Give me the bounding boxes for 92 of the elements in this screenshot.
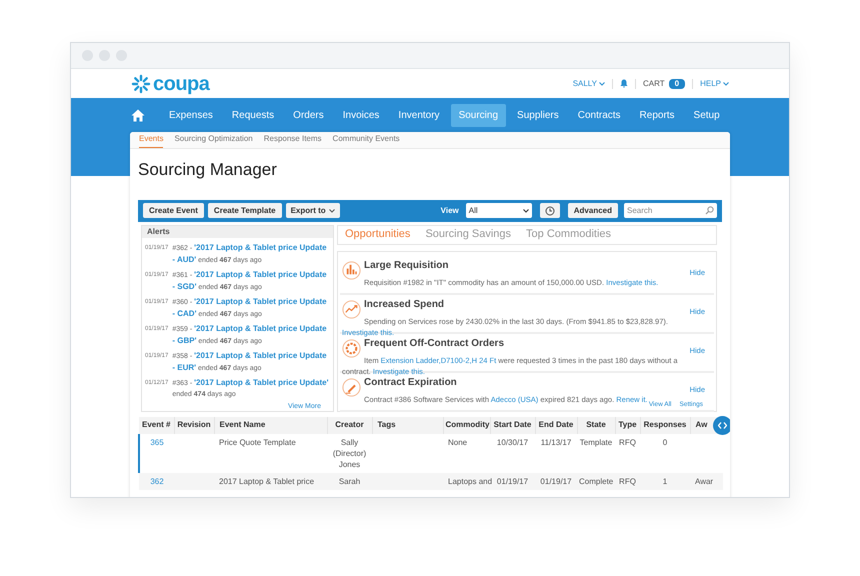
column-header[interactable]: Revision xyxy=(177,420,211,429)
tab[interactable]: Top Commodities xyxy=(526,226,612,243)
table-cell: Sally (Director) Jones xyxy=(332,438,366,468)
table-cell: Price Quote Template xyxy=(219,438,296,446)
nav-tab[interactable]: Contracts xyxy=(570,104,629,126)
nav-tab[interactable]: Orders xyxy=(285,104,332,126)
code-toggle-button[interactable] xyxy=(713,416,730,434)
bell-icon[interactable] xyxy=(620,79,628,88)
column-header[interactable]: Commodity xyxy=(446,420,490,429)
table-cell: Laptops and xyxy=(448,476,492,486)
logo-wordmark: coupa xyxy=(153,74,210,94)
toolbar-button[interactable]: Create Event xyxy=(143,203,204,218)
nav-tab[interactable]: Reports xyxy=(632,104,683,126)
column-header[interactable]: Aw xyxy=(696,420,708,429)
caret-icon xyxy=(328,208,335,212)
opportunity-title: Contract Expiration xyxy=(364,376,457,390)
opportunity-title: Large Requisition xyxy=(364,258,448,272)
cart-label[interactable]: CART xyxy=(643,78,665,90)
tab[interactable]: Sourcing Savings xyxy=(425,226,512,243)
search-icon xyxy=(705,206,714,215)
view-label: View xyxy=(440,204,459,216)
table-cell: RFQ xyxy=(619,476,636,486)
ring-icon xyxy=(342,338,361,358)
event-link[interactable]: 365 xyxy=(150,438,164,446)
snowflake-logo-icon xyxy=(131,74,151,94)
clock-button[interactable] xyxy=(540,203,560,218)
subnav-tab[interactable]: Community Events xyxy=(332,133,400,148)
column-header[interactable]: End Date xyxy=(538,420,574,429)
column-header[interactable]: Start Date xyxy=(494,420,532,429)
table-cell: RFQ xyxy=(619,438,636,446)
cart-count-badge: 0 xyxy=(668,78,686,88)
alert-link[interactable]: - EUR' xyxy=(172,363,196,372)
table-cell: Sarah xyxy=(338,476,360,486)
column-header[interactable]: Tags xyxy=(378,420,396,429)
event-link[interactable]: 362 xyxy=(150,476,164,486)
nav-tab[interactable]: Invoices xyxy=(334,104,388,126)
table-cell: 0 xyxy=(662,438,668,446)
search-field[interactable]: Search xyxy=(624,203,717,218)
nav-tab[interactable]: Requests xyxy=(224,104,282,126)
user-menu[interactable]: SALLY xyxy=(572,78,605,90)
alert-link[interactable]: - SGD' xyxy=(172,282,196,291)
caret-icon xyxy=(723,82,729,86)
alert-link[interactable]: '2017 Laptop & Tablet price Update' xyxy=(194,378,329,386)
help-menu[interactable]: HELP xyxy=(700,78,729,90)
table-cell: Template xyxy=(580,438,612,446)
opportunity-title: Frequent Off-Contract Orders xyxy=(364,336,504,350)
view-select[interactable]: All xyxy=(466,203,532,218)
clock-icon xyxy=(544,206,555,216)
subnav-tab[interactable]: Response Items xyxy=(264,133,322,148)
table-cell: Complete xyxy=(579,476,614,486)
alert-link[interactable]: '2017 Laptop & Tablet price Update xyxy=(194,324,327,332)
table-cell: 11/13/17 xyxy=(540,438,572,446)
caret-icon xyxy=(599,82,605,86)
page-title: Sourcing Manager xyxy=(137,159,278,181)
code-brackets-icon xyxy=(718,422,727,428)
alert-link[interactable]: - AUD' xyxy=(172,255,196,264)
bar-chart-icon xyxy=(342,260,361,280)
alerts-title: Alerts xyxy=(142,226,333,238)
nav-tab[interactable]: Setup xyxy=(686,104,728,126)
table-cell: None xyxy=(448,438,468,446)
alert-link[interactable]: '2017 Laptop & Tablet price Update xyxy=(194,296,327,306)
nav-tab[interactable]: Suppliers xyxy=(509,104,567,126)
column-header[interactable]: Event Name xyxy=(220,420,266,429)
table-cell: Awar xyxy=(695,476,714,486)
table-cell: 10/30/17 xyxy=(496,438,528,446)
alert-link[interactable]: '2017 Laptop & Tablet price Update xyxy=(194,242,327,252)
nav-tab[interactable]: Expenses xyxy=(161,104,221,126)
home-icon[interactable] xyxy=(131,108,145,122)
toolbar-button[interactable]: Create Template xyxy=(208,203,282,218)
column-header[interactable]: State xyxy=(586,420,606,429)
table-cell: 2017 Laptop & Tablet price xyxy=(219,476,314,486)
opportunity-title: Increased Spend xyxy=(364,298,444,312)
table-cell: 1 xyxy=(662,476,668,486)
alert-link[interactable]: - GBP' xyxy=(172,336,196,345)
column-header[interactable]: Event # xyxy=(142,420,170,429)
table-cell: 01/19/17 xyxy=(496,476,528,486)
column-header[interactable]: Responses xyxy=(644,420,686,429)
table-cell: 01/19/17 xyxy=(540,476,572,486)
tab[interactable]: Opportunities xyxy=(345,226,410,243)
alert-link[interactable]: - CAD' xyxy=(172,309,196,318)
export-dropdown[interactable]: Export to xyxy=(286,203,340,218)
subnav-tab[interactable]: Sourcing Optimization xyxy=(174,133,253,148)
nav-tab[interactable]: Inventory xyxy=(390,104,448,126)
advanced-button[interactable]: Advanced xyxy=(568,203,618,218)
alert-link[interactable]: '2017 Laptop & Tablet price Update xyxy=(194,270,327,278)
caret-icon xyxy=(522,208,529,212)
column-header[interactable]: Creator xyxy=(335,420,364,429)
subnav-tab[interactable]: Events xyxy=(139,133,164,148)
nav-tab[interactable]: Sourcing xyxy=(450,104,506,126)
column-header[interactable]: Type xyxy=(618,420,637,429)
alert-link[interactable]: '2017 Laptop & Tablet price Update xyxy=(194,350,327,360)
pen-icon xyxy=(342,378,361,396)
